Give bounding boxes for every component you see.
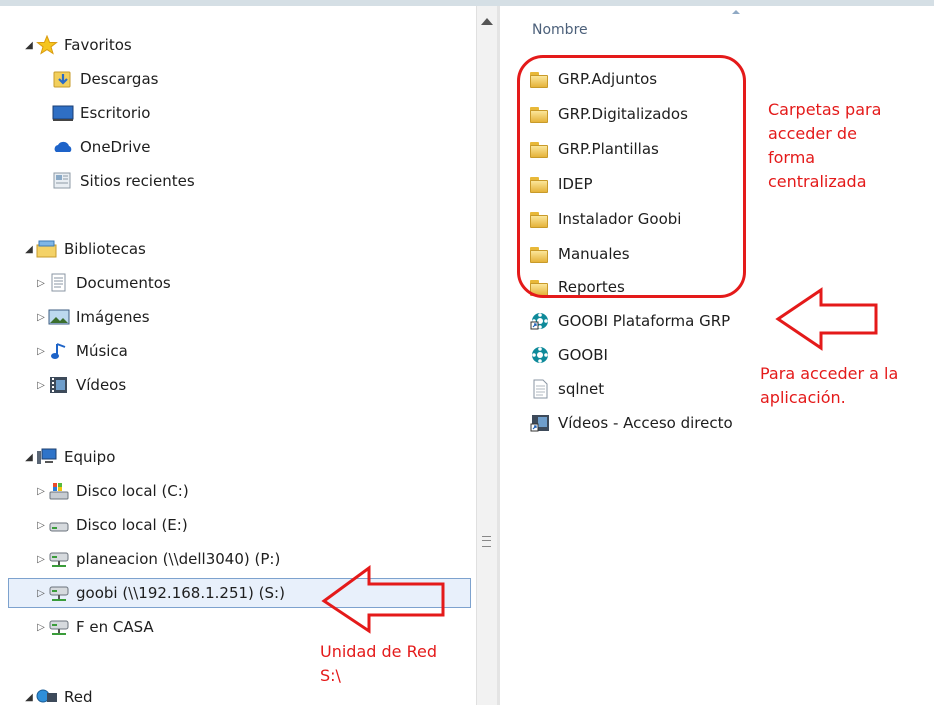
annotation-arrows <box>321 287 878 634</box>
arrow-to-goobi-platform <box>775 287 878 351</box>
arrow-to-goobi-drive <box>321 565 445 634</box>
